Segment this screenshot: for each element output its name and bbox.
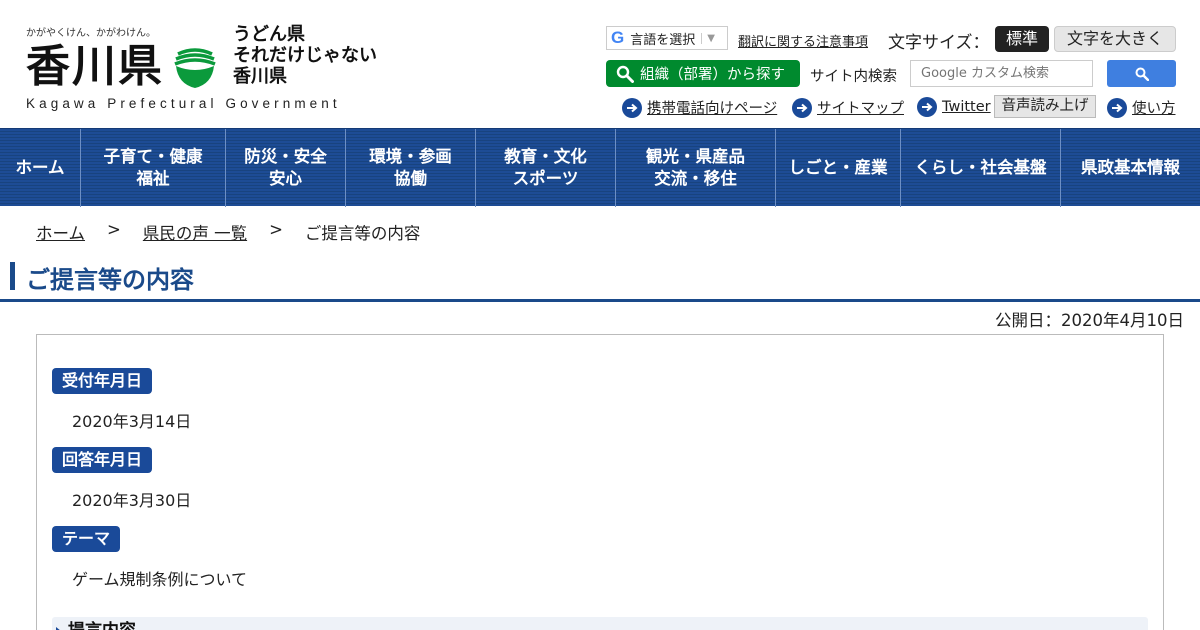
nav-item-label: 県政基本情報 xyxy=(1081,158,1180,177)
nav-item-label: 防災・安全 安心 xyxy=(244,147,327,188)
emblem-icon xyxy=(173,45,217,89)
logo-subtitle: Kagawa Prefectural Government xyxy=(26,96,341,111)
breadcrumb: ホーム > 県民の声 一覧 > ご提言等の内容 xyxy=(36,220,420,244)
text-to-speech-button[interactable]: 音声読み上げ xyxy=(994,95,1096,118)
nav-item-environment[interactable]: 環境・参画 協働 xyxy=(346,129,476,207)
mobile-page-link[interactable]: 携帯電話向けページ xyxy=(622,97,777,118)
search-icon xyxy=(616,65,634,83)
slogan-line: 香川県 xyxy=(233,66,287,87)
arrow-right-icon xyxy=(917,97,937,117)
title-accent-bar xyxy=(10,262,15,290)
nav-item-label: 子育て・健康 福祉 xyxy=(103,147,203,188)
global-nav: ホーム 子育て・健康 福祉 防災・安全 安心 環境・参画 協働 教育・文化 スポ… xyxy=(0,128,1200,207)
twitter-link-label: Twitter xyxy=(942,99,991,115)
nav-item-childcare-health[interactable]: 子育て・健康 福祉 xyxy=(81,129,226,207)
proposal-content-heading: 提言内容 xyxy=(52,617,1148,630)
received-date-label: 受付年月日 xyxy=(52,368,153,394)
nav-item-label: くらし・社会基盤 xyxy=(914,158,1047,177)
translation-notice-link[interactable]: 翻訳に関する注意事項 xyxy=(738,31,868,50)
answered-date-value: 2020年3月30日 xyxy=(72,491,192,510)
breadcrumb-separator: > xyxy=(107,220,121,239)
font-size-larger-button[interactable]: 文字を大きく xyxy=(1054,26,1176,52)
arrow-right-icon xyxy=(622,97,642,118)
breadcrumb-separator: > xyxy=(269,220,283,239)
page-title-section: ご提言等の内容 xyxy=(0,256,1200,302)
chevron-down-icon: ▼ xyxy=(701,32,715,44)
nav-item-label: ホーム xyxy=(15,158,65,177)
arrow-right-icon xyxy=(1107,97,1127,118)
breadcrumb-current: ご提言等の内容 xyxy=(304,224,421,243)
nav-item-prefecture-info[interactable]: 県政基本情報 xyxy=(1061,129,1200,207)
logo-name: 香川県 xyxy=(26,41,164,92)
search-icon xyxy=(1135,67,1149,81)
logo-slogan: うどん県 それだけじゃない 香川県 xyxy=(233,24,377,87)
breadcrumb-home-link[interactable]: ホーム xyxy=(36,220,85,244)
proposal-details: 受付年月日 2020年3月14日 回答年月日 2020年3月30日 テーマ ゲー… xyxy=(36,334,1164,630)
answered-date-label: 回答年月日 xyxy=(52,447,153,473)
nav-item-education-culture[interactable]: 教育・文化 スポーツ xyxy=(476,129,616,207)
logo-tagline: かがやくけん、かがわけん。 xyxy=(26,28,156,39)
nav-item-label: 教育・文化 スポーツ xyxy=(504,147,587,188)
language-select[interactable]: G 言語を選択 ▼ xyxy=(606,26,728,50)
nav-item-work-industry[interactable]: しごと・産業 xyxy=(776,129,901,207)
slogan-line: うどん県 xyxy=(233,24,305,45)
org-search-label: 組織（部署）から探す xyxy=(640,67,785,83)
howto-link-label: 使い方 xyxy=(1132,101,1176,117)
nav-item-tourism[interactable]: 観光・県産品 交流・移住 xyxy=(616,129,776,207)
site-search-label: サイト内検索 xyxy=(810,69,897,85)
nav-item-disaster-safety[interactable]: 防災・安全 安心 xyxy=(226,129,346,207)
nav-item-label: しごと・産業 xyxy=(788,158,888,177)
site-search-input[interactable] xyxy=(910,60,1093,87)
nav-item-home[interactable]: ホーム xyxy=(0,129,81,207)
theme-value: ゲーム規制条例について xyxy=(72,570,248,589)
theme-label: テーマ xyxy=(52,526,121,552)
arrow-right-icon xyxy=(792,97,812,118)
sitemap-link[interactable]: サイトマップ xyxy=(792,97,904,118)
slogan-line: それだけじゃない xyxy=(233,45,377,66)
search-button[interactable] xyxy=(1107,60,1176,87)
twitter-link[interactable]: Twitter xyxy=(917,97,991,117)
mobile-page-link-label: 携帯電話向けページ xyxy=(647,101,778,117)
language-select-label: 言語を選択 xyxy=(630,32,696,48)
font-size-standard-button[interactable]: 標準 xyxy=(995,26,1049,52)
howto-link[interactable]: 使い方 xyxy=(1107,97,1176,118)
site-header: かがやくけん、かがわけん。 香川県 うどん県 それだけじゃない 香川県 Kaga… xyxy=(0,0,1200,128)
google-g-icon: G xyxy=(611,28,625,47)
nav-item-label: 環境・参画 協働 xyxy=(369,147,452,188)
font-size-label: 文字サイズ： xyxy=(888,33,990,53)
breadcrumb-list-link[interactable]: 県民の声 一覧 xyxy=(143,220,247,244)
nav-item-living[interactable]: くらし・社会基盤 xyxy=(901,129,1061,207)
received-date-value: 2020年3月14日 xyxy=(72,412,192,431)
nav-item-label: 観光・県産品 交流・移住 xyxy=(646,147,745,188)
sitemap-link-label: サイトマップ xyxy=(817,101,904,117)
site-logo[interactable]: かがやくけん、かがわけん。 香川県 うどん県 それだけじゃない 香川県 Kaga… xyxy=(26,24,377,116)
page-title: ご提言等の内容 xyxy=(26,266,194,294)
published-date: 公開日：2020年4月10日 xyxy=(995,311,1184,330)
org-search-button[interactable]: 組織（部署）から探す xyxy=(606,60,800,87)
